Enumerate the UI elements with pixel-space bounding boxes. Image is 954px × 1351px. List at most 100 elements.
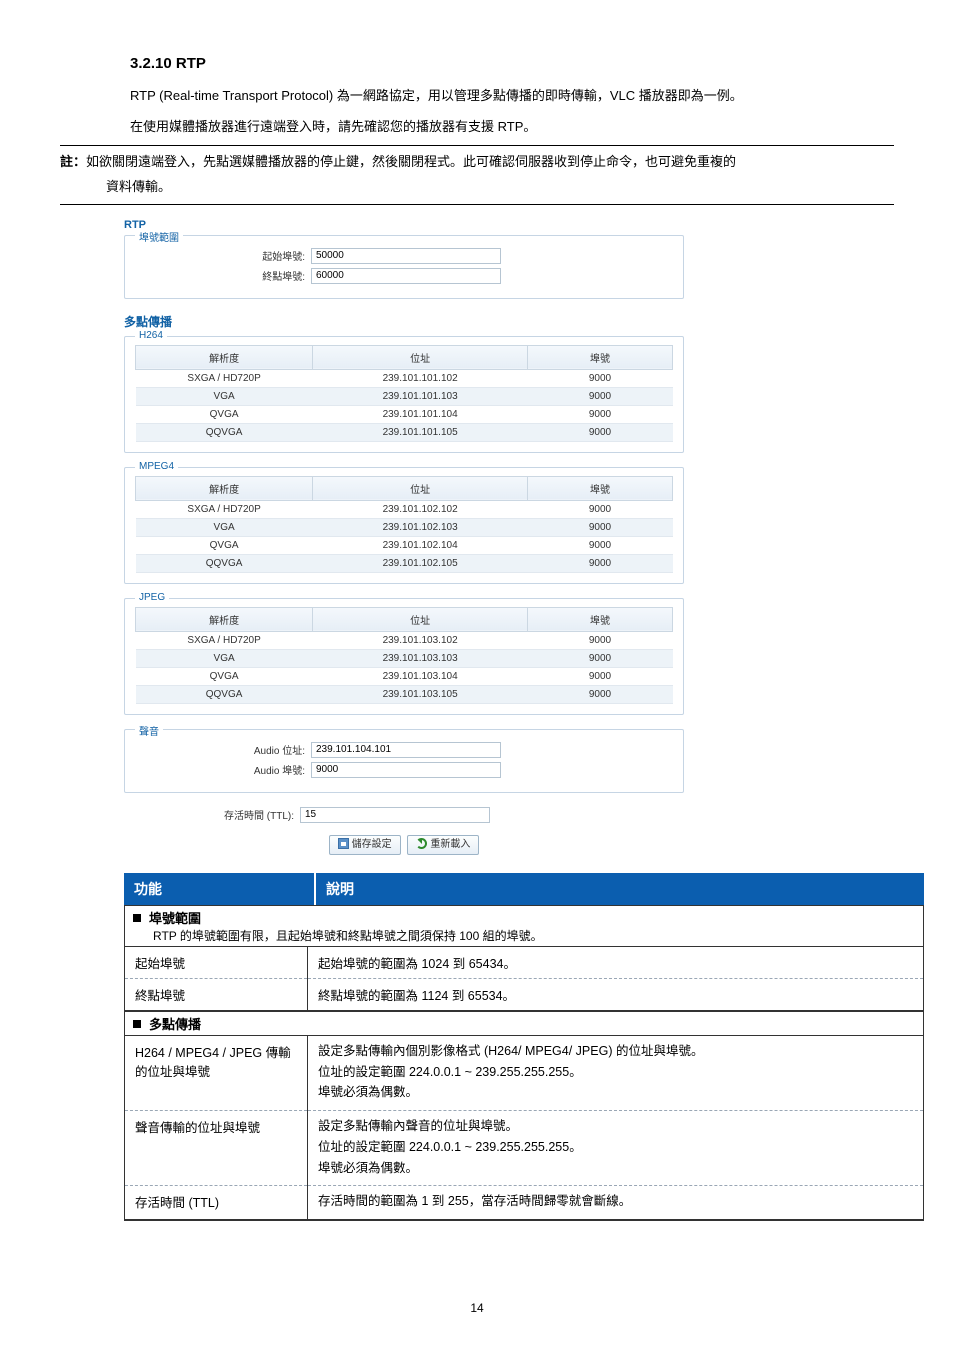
col-port: 埠號 xyxy=(528,345,673,369)
cell: 9000 xyxy=(528,536,673,554)
cell: 起始埠號 xyxy=(125,947,308,979)
cell: SXGA / HD720P xyxy=(136,631,313,649)
cell: SXGA / HD720P xyxy=(136,500,313,518)
cell: 239.101.103.104 xyxy=(313,667,528,685)
mpeg4-table: 解析度 位址 埠號 SXGA / HD720P239.101.102.10290… xyxy=(135,476,673,573)
jpeg-legend: JPEG xyxy=(135,592,169,603)
h264-legend: H264 xyxy=(135,330,167,341)
rtp-panel-title: RTP xyxy=(124,219,684,231)
cell-line: 埠號必須為偶數。 xyxy=(318,1083,913,1102)
cell: 設定多點傳輸內聲音的位址與埠號。 位址的設定範圍 224.0.0.1 ~ 239… xyxy=(308,1111,924,1186)
audio-addr-input[interactable] xyxy=(311,742,501,758)
col-port: 埠號 xyxy=(528,607,673,631)
page-number: 14 xyxy=(60,1301,894,1315)
col-addr: 位址 xyxy=(313,607,528,631)
cell: 239.101.103.103 xyxy=(313,649,528,667)
mpeg4-group: MPEG4 解析度 位址 埠號 SXGA / HD720P239.101.102… xyxy=(124,467,684,584)
cell: 9000 xyxy=(528,685,673,703)
cell: QQVGA xyxy=(136,423,313,441)
cell: 9000 xyxy=(528,518,673,536)
desc-sec1-title: 埠號範圍 RTP 的埠號範圍有限，且起始埠號和終點埠號之間須保持 100 組的埠… xyxy=(124,905,924,947)
audio-group: 聲音 Audio 位址: Audio 埠號: xyxy=(124,729,684,793)
audio-port-label: Audio 埠號: xyxy=(135,762,311,777)
reload-button-label: 重新載入 xyxy=(430,839,470,850)
cell: 終點埠號的範圍為 1124 到 65534。 xyxy=(308,978,924,1010)
col-res: 解析度 xyxy=(136,345,313,369)
audio-legend: 聲音 xyxy=(135,723,163,738)
desc-sec2-title: 多點傳播 xyxy=(124,1011,924,1036)
note-line-2: 資料傳輸。 xyxy=(60,175,894,200)
cell: 9000 xyxy=(528,369,673,387)
note-line-1: 如欲關閉遠端登入，先點選媒體播放器的停止鍵，然後關閉程式。此可確認伺服器收到停止… xyxy=(86,154,736,169)
cell-line: 埠號必須為偶數。 xyxy=(318,1159,913,1178)
save-button[interactable]: 儲存設定 xyxy=(329,835,401,855)
desc-table-2: H264 / MPEG4 / JPEG 傳輸的位址與埠號 設定多點傳輸內個別影像… xyxy=(125,1036,923,1219)
rtp-settings-panel: RTP 埠號範圍 起始埠號: 終點埠號: 多點傳播 H264 解析度 位址 埠號 xyxy=(124,219,684,855)
table-row: 存活時間 (TTL) 存活時間的範圍為 1 到 255，當存活時間歸零就會斷線。 xyxy=(125,1186,923,1219)
cell: QQVGA xyxy=(136,554,313,572)
mpeg4-legend: MPEG4 xyxy=(135,461,178,472)
port-range-group: 埠號範圍 起始埠號: 終點埠號: xyxy=(124,235,684,299)
cell: 9000 xyxy=(528,387,673,405)
audio-addr-label: Audio 位址: xyxy=(135,742,311,757)
cell-line: 設定多點傳輸內聲音的位址與埠號。 xyxy=(318,1117,913,1136)
table-row: 起始埠號 起始埠號的範圍為 1024 到 65434。 xyxy=(125,947,923,979)
save-button-label: 儲存設定 xyxy=(352,839,392,850)
cell: 239.101.101.104 xyxy=(313,405,528,423)
port-range-legend: 埠號範圍 xyxy=(135,229,183,244)
cell: 239.101.103.102 xyxy=(313,631,528,649)
cell: 終點埠號 xyxy=(125,978,308,1010)
cell: 239.101.102.105 xyxy=(313,554,528,572)
start-port-input[interactable] xyxy=(311,248,501,264)
cell: H264 / MPEG4 / JPEG 傳輸的位址與埠號 xyxy=(125,1036,308,1111)
ttl-input[interactable] xyxy=(300,807,490,823)
cell: 9000 xyxy=(528,405,673,423)
jpeg-group: JPEG 解析度 位址 埠號 SXGA / HD720P239.101.103.… xyxy=(124,598,684,715)
cell: QVGA xyxy=(136,405,313,423)
table-row: 聲音傳輸的位址與埠號 設定多點傳輸內聲音的位址與埠號。 位址的設定範圍 224.… xyxy=(125,1111,923,1186)
reload-button[interactable]: 重新載入 xyxy=(407,835,479,855)
intro-paragraph-1: RTP (Real-time Transport Protocol) 為一網路協… xyxy=(130,84,894,109)
col-res: 解析度 xyxy=(136,476,313,500)
cell: 239.101.103.105 xyxy=(313,685,528,703)
h264-table: 解析度 位址 埠號 SXGA / HD720P239.101.101.10290… xyxy=(135,345,673,442)
section-heading: 3.2.10 RTP xyxy=(130,55,894,72)
cell: SXGA / HD720P xyxy=(136,369,313,387)
cell: VGA xyxy=(136,518,313,536)
cell: 9000 xyxy=(528,554,673,572)
cell: 239.101.102.103 xyxy=(313,518,528,536)
cell-line: 位址的設定範圍 224.0.0.1 ~ 239.255.255.255。 xyxy=(318,1063,913,1082)
table-row: H264 / MPEG4 / JPEG 傳輸的位址與埠號 設定多點傳輸內個別影像… xyxy=(125,1036,923,1111)
end-port-label: 終點埠號: xyxy=(135,268,311,283)
cell: 聲音傳輸的位址與埠號 xyxy=(125,1111,308,1186)
cell: QQVGA xyxy=(136,685,313,703)
desc-col-func: 功能 xyxy=(124,873,316,905)
cell: 設定多點傳輸內個別影像格式 (H264/ MPEG4/ JPEG) 的位址與埠號… xyxy=(308,1036,924,1111)
cell: 9000 xyxy=(528,631,673,649)
col-port: 埠號 xyxy=(528,476,673,500)
cell: 239.101.102.102 xyxy=(313,500,528,518)
end-port-input[interactable] xyxy=(311,268,501,284)
cell: 9000 xyxy=(528,500,673,518)
start-port-label: 起始埠號: xyxy=(135,248,311,263)
cell: 239.101.101.105 xyxy=(313,423,528,441)
desc-col-desc: 說明 xyxy=(316,873,924,905)
intro-paragraph-2: 在使用媒體播放器進行遠端登入時，請先確認您的播放器有支援 RTP。 xyxy=(130,115,894,140)
cell: 9000 xyxy=(528,667,673,685)
desc-sec2-title-text: 多點傳播 xyxy=(149,1017,201,1032)
desc-header: 功能 說明 xyxy=(124,873,924,905)
cell: 239.101.101.102 xyxy=(313,369,528,387)
cell: 起始埠號的範圍為 1024 到 65434。 xyxy=(308,947,924,979)
cell: 239.101.102.104 xyxy=(313,536,528,554)
reload-icon xyxy=(416,838,427,849)
desc-sec1-sub: RTP 的埠號範圍有限，且起始埠號和終點埠號之間須保持 100 組的埠號。 xyxy=(133,927,915,944)
table-row: 終點埠號 終點埠號的範圍為 1124 到 65534。 xyxy=(125,978,923,1010)
save-icon xyxy=(338,838,349,849)
cell: VGA xyxy=(136,387,313,405)
cell: QVGA xyxy=(136,536,313,554)
cell: 9000 xyxy=(528,423,673,441)
cell: 239.101.101.103 xyxy=(313,387,528,405)
jpeg-table: 解析度 位址 埠號 SXGA / HD720P239.101.103.10290… xyxy=(135,607,673,704)
audio-port-input[interactable] xyxy=(311,762,501,778)
cell-line: 設定多點傳輸內個別影像格式 (H264/ MPEG4/ JPEG) 的位址與埠號… xyxy=(318,1042,913,1061)
